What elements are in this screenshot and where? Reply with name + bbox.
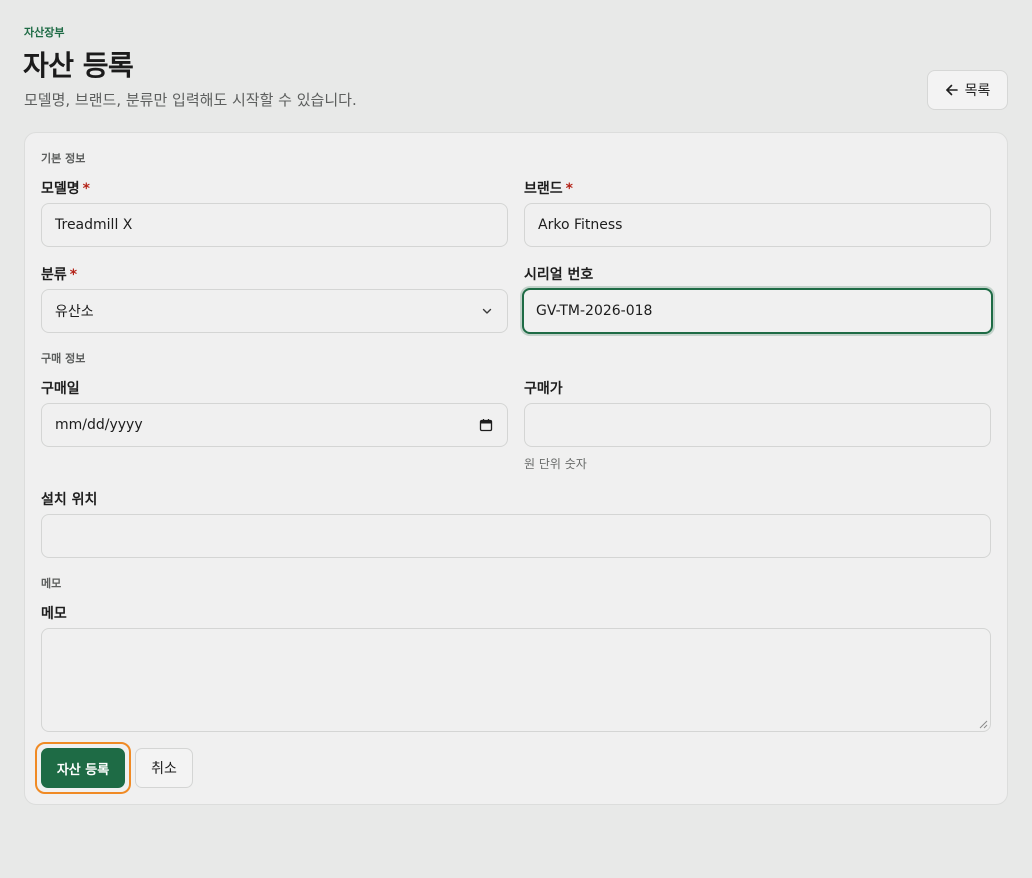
memo-textarea[interactable] xyxy=(41,628,991,732)
breadcrumb: 자산장부 xyxy=(24,26,65,39)
resize-handle-icon[interactable] xyxy=(978,719,988,729)
category-select-value: 유산소 xyxy=(55,304,94,320)
location-input[interactable] xyxy=(41,514,991,558)
section-purchase-info: 구매 정보 xyxy=(41,352,86,365)
purchase-date-input[interactable]: mm/dd/yyyy xyxy=(41,403,508,447)
required-mark: * xyxy=(565,181,573,197)
page-subtitle: 모델명, 브랜드, 분류만 입력해도 시작할 수 있습니다. xyxy=(24,91,357,109)
purchase-date-value: mm/dd/yyyy xyxy=(55,417,143,433)
asset-register-page: 자산장부 자산 등록 모델명, 브랜드, 분류만 입력해도 시작할 수 있습니다… xyxy=(0,0,1032,878)
back-button-label: 목록 xyxy=(964,83,991,99)
register-asset-button[interactable]: 자산 등록 xyxy=(41,748,125,788)
category-select[interactable]: 유산소 xyxy=(41,289,508,333)
page-title: 자산 등록 xyxy=(23,49,134,82)
brand-input-value: Arko Fitness xyxy=(538,217,623,233)
brand-label: 브랜드 * xyxy=(524,181,573,197)
required-mark: * xyxy=(69,267,78,283)
cancel-button[interactable]: 취소 xyxy=(135,748,193,788)
model-input-value: Treadmill X xyxy=(55,217,133,233)
purchase-price-input[interactable] xyxy=(524,403,991,447)
category-label: 분류 * xyxy=(41,267,78,283)
section-memo: 메모 xyxy=(41,577,62,590)
model-label: 모델명 * xyxy=(41,181,90,197)
back-to-list-button[interactable]: 목록 xyxy=(927,70,1008,110)
serial-input[interactable]: GV-TM-2026-018 xyxy=(522,288,993,334)
memo-label: 메모 xyxy=(41,606,67,622)
section-basic-info: 기본 정보 xyxy=(41,152,86,165)
required-mark: * xyxy=(82,181,90,197)
purchase-price-label: 구매가 xyxy=(524,381,563,397)
model-input[interactable]: Treadmill X xyxy=(41,203,508,247)
arrow-left-icon xyxy=(945,84,958,96)
brand-input[interactable]: Arko Fitness xyxy=(524,203,991,247)
purchase-date-label: 구매일 xyxy=(41,381,80,397)
serial-label: 시리얼 번호 xyxy=(524,267,594,283)
purchase-price-hint: 원 단위 숫자 xyxy=(524,457,587,471)
calendar-icon[interactable] xyxy=(479,418,493,432)
location-label: 설치 위치 xyxy=(41,492,98,508)
chevron-down-icon xyxy=(482,308,492,314)
serial-input-value: GV-TM-2026-018 xyxy=(536,303,653,319)
